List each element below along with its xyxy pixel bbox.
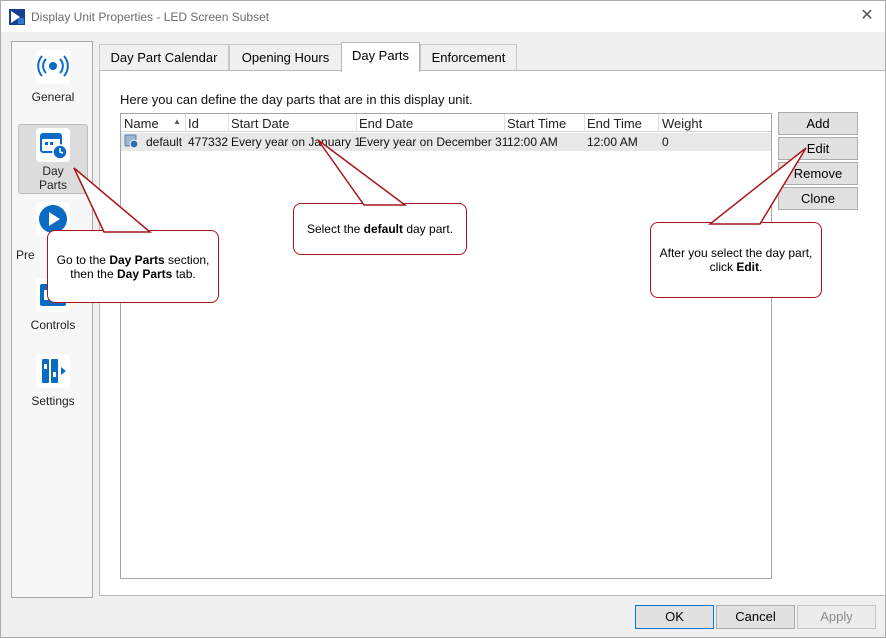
nav-item-label: Day Parts (38, 164, 67, 192)
callout-text-part: Select the (306, 222, 364, 236)
nav-item-general[interactable]: General (18, 50, 88, 116)
table-row[interactable]: default 477332 Every year on January 1 E… (121, 133, 771, 151)
list-header: Name ▲ Id Start Date End Date Start Time… (121, 114, 771, 132)
clone-button[interactable]: Clone (778, 187, 858, 210)
cell-end-time: 12:00 AM (587, 135, 638, 149)
column-header-name[interactable]: Name (124, 116, 159, 131)
column-header-start-date[interactable]: Start Date (231, 116, 290, 131)
tab-day-parts[interactable]: Day Parts (341, 42, 420, 72)
ok-button[interactable]: OK (635, 605, 714, 629)
button-label: Cancel (735, 609, 776, 624)
column-header-start-time[interactable]: Start Time (507, 116, 566, 131)
nav-item-label: General (31, 90, 75, 104)
column-divider[interactable] (356, 114, 357, 132)
cell-weight: 0 (662, 135, 669, 149)
callout-edit-instruction: After you select the day part, click Edi… (650, 222, 822, 298)
cell-start-date: Every year on January 1 (231, 135, 362, 149)
callout-text-part: . (759, 260, 763, 274)
button-label: Add (806, 116, 830, 131)
column-header-end-time[interactable]: End Time (587, 116, 642, 131)
column-header-id[interactable]: Id (188, 116, 199, 131)
column-divider[interactable] (584, 114, 585, 132)
column-header-weight[interactable]: Weight (662, 116, 702, 131)
day-part-icon (124, 134, 139, 149)
callout-text-part: Go to the (56, 252, 110, 267)
column-divider[interactable] (228, 114, 229, 132)
window-title: Display Unit Properties - LED Screen Sub… (31, 10, 270, 24)
tab-label: Enforcement (431, 50, 506, 65)
column-divider[interactable] (658, 114, 659, 132)
day-parts-panel: Here you can define the day parts that a… (99, 70, 886, 596)
callout-text: Select the default day part. (307, 222, 453, 236)
tab-label: Day Part Calendar (110, 50, 218, 65)
broadcast-icon (36, 50, 70, 84)
panel-description: Here you can define the day parts that a… (120, 92, 473, 107)
callout-text: Go to the Day Parts section, then the Da… (48, 253, 218, 281)
nav-item-settings[interactable]: Settings (18, 354, 88, 420)
callout-emphasis: Day Parts (109, 252, 165, 267)
button-label: Edit (806, 141, 830, 156)
nav-item-label: Settings (31, 394, 75, 408)
add-button[interactable]: Add (778, 112, 858, 135)
tab-label: Opening Hours (241, 50, 330, 65)
column-header-end-date[interactable]: End Date (359, 116, 413, 131)
button-label: Remove (793, 166, 843, 181)
column-divider[interactable] (185, 114, 186, 132)
tab-opening-hours[interactable]: Opening Hours (229, 44, 342, 71)
nav-item-label: Controls (30, 318, 76, 332)
remove-button[interactable]: Remove (778, 162, 858, 185)
nav-item-day-parts[interactable]: Day Parts (18, 124, 88, 194)
column-divider[interactable] (504, 114, 505, 132)
button-label: OK (665, 609, 684, 624)
apply-button[interactable]: Apply (797, 605, 876, 629)
day-parts-list[interactable]: Name ▲ Id Start Date End Date Start Time… (120, 113, 772, 579)
tab-enforcement[interactable]: Enforcement (420, 44, 517, 71)
sort-ascending-icon: ▲ (173, 117, 181, 126)
callout-text: After you select the day part, click Edi… (659, 246, 813, 274)
callout-select-instruction: Select the default day part. (293, 203, 467, 255)
callout-nav-instruction: Go to the Day Parts section, then the Da… (47, 230, 219, 303)
close-icon: ✕ (860, 7, 874, 24)
button-label: Apply (820, 609, 853, 624)
cell-start-time: 12:00 AM (507, 135, 558, 149)
callout-text-part: tab. (172, 266, 196, 281)
cell-name: default (146, 135, 183, 149)
callout-emphasis: Edit (736, 260, 759, 274)
cell-id: 477332 (188, 135, 229, 149)
section-nav: General Day Parts Pre Controls Settings (11, 41, 93, 598)
callout-text-part: day part. (403, 222, 454, 236)
callout-emphasis: Day Parts (116, 266, 173, 281)
edit-button[interactable]: Edit (778, 137, 858, 160)
app-logo-icon (9, 9, 25, 25)
tab-day-part-calendar[interactable]: Day Part Calendar (99, 44, 229, 71)
settings-sliders-icon (36, 354, 70, 388)
nav-item-label: Pre (16, 248, 35, 262)
close-button[interactable]: ✕ (853, 3, 881, 29)
callout-emphasis: default (363, 222, 403, 236)
cancel-button[interactable]: Cancel (716, 605, 795, 629)
tab-label: Day Parts (351, 48, 410, 63)
title-bar: Display Unit Properties - LED Screen Sub… (1, 1, 885, 32)
button-label: Clone (801, 191, 835, 206)
cell-end-date: Every year on December 31 (359, 135, 509, 149)
properties-window: Display Unit Properties - LED Screen Sub… (0, 0, 886, 638)
calendar-clock-icon (36, 128, 70, 162)
